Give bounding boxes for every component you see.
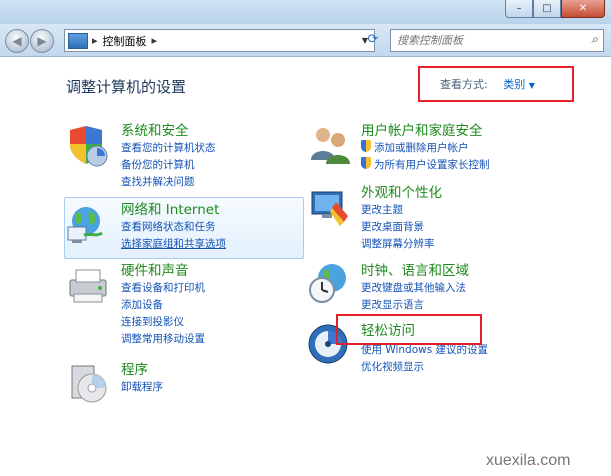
category-link[interactable]: 查看您的计算机状态: [121, 140, 216, 157]
category-link[interactable]: 卸载程序: [121, 379, 163, 396]
category-system-security: 系统和安全 查看您的计算机状态 备份您的计算机 查找并解决问题: [121, 123, 216, 191]
watermark: xuexila.com: [486, 452, 571, 469]
refresh-icon[interactable]: ⟳: [363, 29, 383, 50]
highlight-box: [418, 66, 574, 102]
search-icon[interactable]: ⌕: [591, 32, 598, 47]
category-link[interactable]: 添加设备: [121, 297, 205, 314]
category-link[interactable]: 调整常用移动设置: [121, 331, 205, 348]
category-user-accounts: 用户帐户和家庭安全 添加或删除用户帐户 为所有用户设置家长控制: [361, 123, 490, 174]
category-title[interactable]: 时钟、语言和区域: [361, 263, 469, 279]
breadcrumb-arrow-icon[interactable]: ▸: [152, 34, 158, 47]
category-link[interactable]: 查看设备和打印机: [121, 280, 205, 297]
category-appearance: 外观和个性化 更改主题 更改桌面背景 调整屏幕分辨率: [361, 185, 442, 253]
category-title[interactable]: 硬件和声音: [121, 263, 205, 279]
programs-icon: [71, 365, 107, 403]
category-title[interactable]: 程序: [121, 362, 163, 378]
window-controls: – □ ✕: [505, 0, 605, 18]
printer-icon: [69, 269, 107, 303]
close-button[interactable]: ✕: [561, 0, 605, 18]
page-title: 调整计算机的设置: [66, 78, 187, 96]
uac-shield-icon: [361, 157, 371, 169]
category-link[interactable]: 更改主题: [361, 202, 442, 219]
category-link[interactable]: 更改显示语言: [361, 297, 469, 314]
category-link[interactable]: 查找并解决问题: [121, 174, 216, 191]
network-icon: [67, 207, 103, 243]
clock-globe-icon: [309, 264, 346, 303]
category-hardware-sound: 硬件和声音 查看设备和打印机 添加设备 连接到投影仪 调整常用移动设置: [121, 263, 205, 348]
category-link[interactable]: 更改键盘或其他输入法: [361, 280, 469, 297]
category-link[interactable]: 优化视频显示: [361, 359, 488, 376]
appearance-icon: [311, 191, 348, 226]
breadcrumb[interactable]: 控制面板: [103, 33, 147, 49]
category-link[interactable]: 连接到投影仪: [121, 314, 205, 331]
forward-button[interactable]: ▶: [30, 29, 54, 53]
uac-shield-icon: [361, 140, 371, 152]
category-title[interactable]: 系统和安全: [121, 123, 216, 139]
maximize-button[interactable]: □: [533, 0, 561, 18]
category-title[interactable]: 外观和个性化: [361, 185, 442, 201]
back-button[interactable]: ◀: [5, 29, 29, 53]
shield-icon: [70, 126, 108, 167]
category-link[interactable]: 调整屏幕分辨率: [361, 236, 442, 253]
category-title[interactable]: 网络和 Internet: [121, 202, 226, 218]
category-programs: 程序 卸载程序: [121, 362, 163, 396]
address-separator-icon: ▸: [92, 34, 98, 47]
category-link[interactable]: 更改桌面背景: [361, 219, 442, 236]
minimize-button[interactable]: –: [505, 0, 533, 18]
control-panel-icon: [68, 32, 88, 49]
category-clock-language-region: 时钟、语言和区域 更改键盘或其他输入法 更改显示语言: [361, 263, 469, 314]
address-bar[interactable]: ▸ 控制面板 ▸: [64, 29, 358, 52]
search-box[interactable]: ⌕: [390, 29, 604, 52]
category-network-internet: 网络和 Internet 查看网络状态和任务 选择家庭组和共享选项: [121, 202, 226, 253]
highlight-box: [336, 314, 482, 345]
category-link[interactable]: 为所有用户设置家长控制: [361, 157, 490, 174]
navigation-bar: ◀ ▶ ▸ 控制面板 ▸ ▼ ⟳ ⌕: [0, 24, 611, 57]
category-link[interactable]: 添加或删除用户帐户: [361, 140, 490, 157]
category-link[interactable]: 查看网络状态和任务: [121, 219, 226, 236]
category-title[interactable]: 用户帐户和家庭安全: [361, 123, 490, 139]
title-bar: – □ ✕: [0, 0, 611, 24]
search-input[interactable]: [391, 30, 579, 51]
users-icon: [311, 128, 350, 164]
category-link[interactable]: 选择家庭组和共享选项: [121, 236, 226, 253]
category-link[interactable]: 备份您的计算机: [121, 157, 216, 174]
